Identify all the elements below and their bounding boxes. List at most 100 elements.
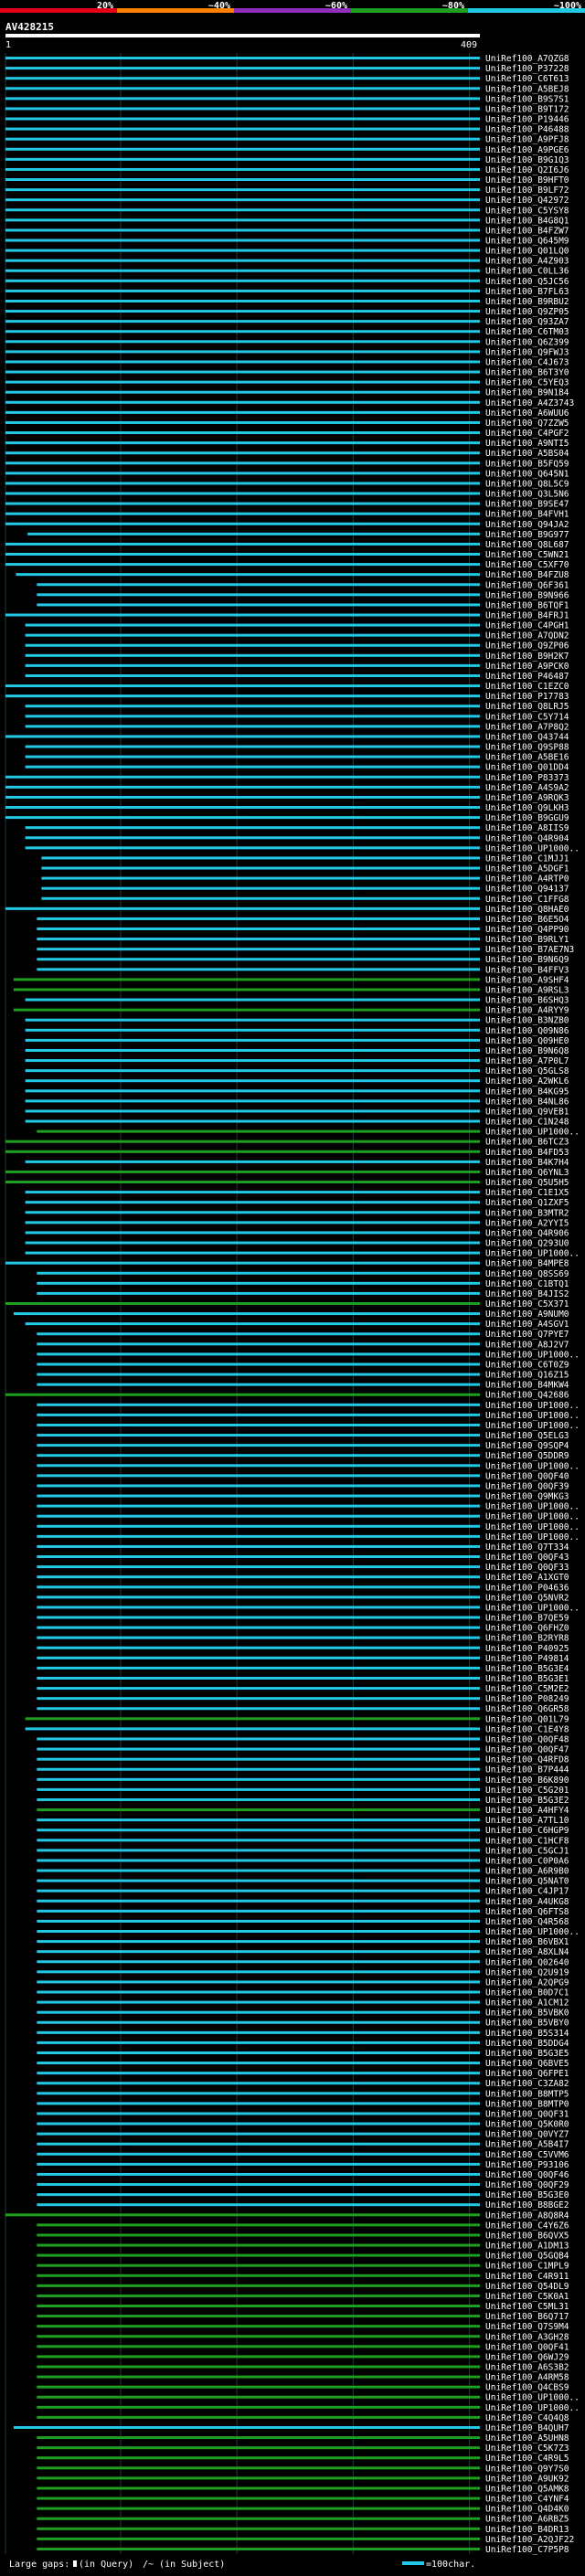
hit-label[interactable]: UniRef100_P83373 <box>485 773 569 783</box>
hit-label[interactable]: UniRef100_A6RBZ5 <box>485 2515 569 2525</box>
hit-label[interactable]: UniRef100_Q4R906 <box>485 1228 569 1238</box>
hit-label[interactable]: UniRef100_B9RLY1 <box>485 935 569 945</box>
hit-label[interactable]: UniRef100_A9PCK0 <box>485 662 569 672</box>
hit-label[interactable]: UniRef100_B4FD53 <box>485 1148 569 1158</box>
hit-label[interactable]: UniRef100_A8XLN4 <box>485 1947 569 1957</box>
hit-label[interactable]: UniRef100_Q4R568 <box>485 1917 569 1927</box>
hit-label[interactable]: UniRef100_B6K890 <box>485 1776 569 1786</box>
hit-label[interactable]: UniRef100_Q645M9 <box>485 236 569 246</box>
hit-label[interactable]: UniRef100_Q7S9M4 <box>485 2322 569 2332</box>
hit-label[interactable]: UniRef100_B8BGE2 <box>485 2200 569 2210</box>
hit-label[interactable]: UniRef100_C4Y6Z6 <box>485 2221 569 2231</box>
hit-label[interactable]: UniRef100_A4S9A2 <box>485 783 569 793</box>
hit-label[interactable]: UniRef100_P08249 <box>485 1694 569 1704</box>
hit-label[interactable]: UniRef100_C5K0A1 <box>485 2292 569 2302</box>
hit-label[interactable]: UniRef100_Q4D4K0 <box>485 2505 569 2515</box>
hit-label[interactable]: UniRef100_C4J673 <box>485 357 569 367</box>
hit-label[interactable]: UniRef100_C1E4Y8 <box>485 1724 569 1734</box>
hit-label[interactable]: UniRef100_A4Z3743 <box>485 398 574 408</box>
hit-label[interactable]: UniRef100_A9NTI5 <box>485 439 569 449</box>
hit-label[interactable]: UniRef100_UP1000.. <box>485 1421 580 1431</box>
hit-label[interactable]: UniRef100_B6QVX5 <box>485 2231 569 2241</box>
hit-label[interactable]: UniRef100_P40925 <box>485 1644 569 1654</box>
hit-label[interactable]: UniRef100_C4Q4Q8 <box>485 2413 569 2423</box>
hit-label[interactable]: UniRef100_A4HFY4 <box>485 1806 569 1816</box>
hit-label[interactable]: UniRef100_A9PFJ8 <box>485 135 569 145</box>
hit-label[interactable]: UniRef100_C6HGP9 <box>485 1826 569 1836</box>
hit-label[interactable]: UniRef100_UP1000.. <box>485 1927 580 1937</box>
hit-label[interactable]: UniRef100_Q94137 <box>485 885 569 895</box>
hit-label[interactable]: UniRef100_B5G3E0 <box>485 2190 569 2200</box>
hit-label[interactable]: UniRef100_B4FVH1 <box>485 510 569 520</box>
hit-label[interactable]: UniRef100_B9G977 <box>485 530 569 540</box>
hit-label[interactable]: UniRef100_Q6YNL3 <box>485 1168 569 1178</box>
hit-label[interactable]: UniRef100_B5FQ59 <box>485 459 569 469</box>
hit-label[interactable]: UniRef100_A5BS04 <box>485 449 569 459</box>
hit-label[interactable]: UniRef100_A6WUU6 <box>485 408 569 419</box>
hit-label[interactable]: UniRef100_Q5U5H5 <box>485 1178 569 1188</box>
hit-label[interactable]: UniRef100_B6VBX1 <box>485 1937 569 1947</box>
hit-label[interactable]: UniRef100_UP1000.. <box>485 843 580 853</box>
hit-label[interactable]: UniRef100_A5BE16 <box>485 753 569 763</box>
hit-label[interactable]: UniRef100_A9RQK3 <box>485 793 569 803</box>
hit-label[interactable]: UniRef100_Q4RFD8 <box>485 1755 569 1765</box>
hit-label[interactable]: UniRef100_UP1000.. <box>485 1411 580 1421</box>
hit-label[interactable]: UniRef100_Q9Y7S0 <box>485 2464 569 2474</box>
hit-label[interactable]: UniRef100_A4SGV1 <box>485 1320 569 1330</box>
hit-label[interactable]: UniRef100_B9N1B4 <box>485 388 569 398</box>
hit-label[interactable]: UniRef100_A9RSL3 <box>485 985 569 995</box>
hit-label[interactable]: UniRef100_C5XF70 <box>485 560 569 570</box>
hit-label[interactable]: UniRef100_A2QPG9 <box>485 1977 569 1988</box>
hit-label[interactable]: UniRef100_C1MPL9 <box>485 2262 569 2272</box>
hit-label[interactable]: UniRef100_Q01DD4 <box>485 763 569 773</box>
hit-label[interactable]: UniRef100_Q0QF47 <box>485 1745 569 1755</box>
hit-label[interactable]: UniRef100_B5S314 <box>485 2029 569 2039</box>
hit-label[interactable]: UniRef100_C5WN21 <box>485 550 569 560</box>
hit-label[interactable]: UniRef100_A2YYI5 <box>485 1218 569 1228</box>
hit-label[interactable]: UniRef100_B7P444 <box>485 1765 569 1776</box>
hit-label[interactable]: UniRef100_Q16Z15 <box>485 1371 569 1381</box>
hit-label[interactable]: UniRef100_Q09HE0 <box>485 1036 569 1046</box>
hit-label[interactable]: UniRef100_Q09N86 <box>485 1026 569 1036</box>
hit-label[interactable]: UniRef100_B4QUH7 <box>485 2423 569 2433</box>
hit-label[interactable]: UniRef100_B7AE7N3 <box>485 945 574 955</box>
hit-label[interactable]: UniRef100_Q9VEB1 <box>485 1107 569 1117</box>
hit-label[interactable]: UniRef100_B3NZB0 <box>485 1016 569 1026</box>
hit-label[interactable]: UniRef100_A1DM13 <box>485 2242 569 2252</box>
hit-label[interactable]: UniRef100_UP1000.. <box>485 2403 580 2413</box>
hit-label[interactable]: UniRef100_Q4PP90 <box>485 925 569 935</box>
hit-label[interactable]: UniRef100_C4JP17 <box>485 1887 569 1897</box>
hit-label[interactable]: UniRef100_C0LL36 <box>485 267 569 277</box>
hit-label[interactable]: UniRef100_A8J2V7 <box>485 1340 569 1350</box>
hit-label[interactable]: UniRef100_B5DDG4 <box>485 2039 569 2049</box>
hit-label[interactable]: UniRef100_A4RM58 <box>485 2373 569 2383</box>
hit-label[interactable]: UniRef100_A9NUM0 <box>485 1309 569 1320</box>
hit-label[interactable]: UniRef100_Q8HAE0 <box>485 905 569 915</box>
hit-label[interactable]: UniRef100_C1E1X5 <box>485 1188 569 1198</box>
hit-label[interactable]: UniRef100_B4K7H4 <box>485 1158 569 1168</box>
hit-label[interactable]: UniRef100_Q9SQP4 <box>485 1441 569 1451</box>
hit-label[interactable]: UniRef100_P37228 <box>485 64 569 74</box>
hit-label[interactable]: UniRef100_Q9FWJ3 <box>485 347 569 357</box>
hit-label[interactable]: UniRef100_B5G3E1 <box>485 1674 569 1684</box>
hit-label[interactable]: UniRef100_Q0QF31 <box>485 2109 569 2119</box>
hit-label[interactable]: UniRef100_A7TL10 <box>485 1816 569 1826</box>
hit-label[interactable]: UniRef100_Q5NAT0 <box>485 1877 569 1887</box>
hit-label[interactable]: UniRef100_Q2U919 <box>485 1967 569 1977</box>
hit-label[interactable]: UniRef100_P46488 <box>485 125 569 135</box>
hit-label[interactable]: UniRef100_Q9SP88 <box>485 743 569 753</box>
hit-label[interactable]: UniRef100_Q42972 <box>485 196 569 206</box>
hit-label[interactable]: UniRef100_A5UHN8 <box>485 2433 569 2443</box>
hit-label[interactable]: UniRef100_A3GH28 <box>485 2332 569 2342</box>
hit-label[interactable]: UniRef100_Q5AMK8 <box>485 2484 569 2494</box>
hit-label[interactable]: UniRef100_A5B4I7 <box>485 2140 569 2150</box>
hit-label[interactable]: UniRef100_B3MTR2 <box>485 1208 569 1218</box>
hit-label[interactable]: UniRef100_A6S3B2 <box>485 2363 569 2373</box>
hit-label[interactable]: UniRef100_B9N6Q9 <box>485 955 569 965</box>
hit-label[interactable]: UniRef100_B9RBU2 <box>485 297 569 307</box>
hit-label[interactable]: UniRef100_A1XGT0 <box>485 1573 569 1583</box>
hit-label[interactable]: UniRef100_Q8LRJ5 <box>485 702 569 712</box>
hit-label[interactable]: UniRef100_Q7PYE7 <box>485 1330 569 1340</box>
hit-label[interactable]: UniRef100_B4FZU8 <box>485 570 569 580</box>
hit-label[interactable]: UniRef100_UP1000.. <box>485 1128 580 1138</box>
